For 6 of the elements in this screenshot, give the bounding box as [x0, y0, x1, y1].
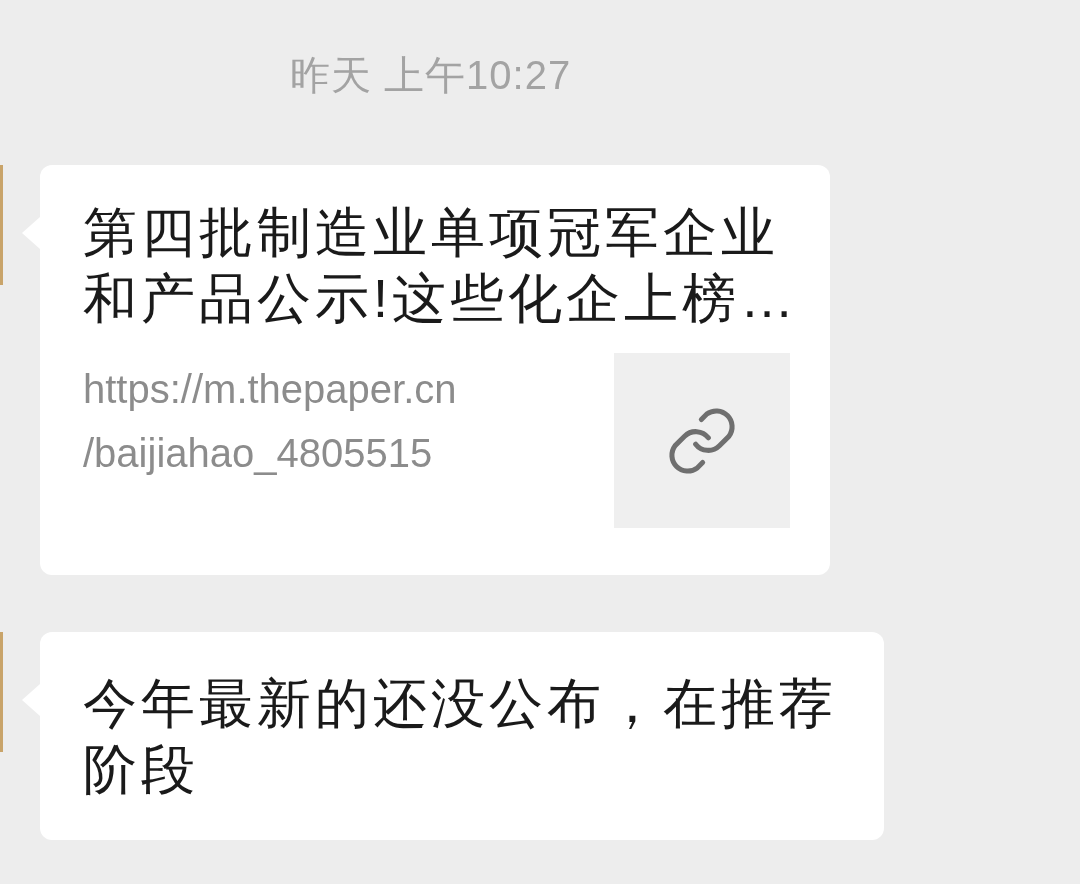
link-title: 第四批制造业单项冠军企业和产品公示!这些化企上榜…: [83, 201, 799, 330]
link-url: https://m.thepaper.cn: [83, 366, 457, 413]
link-url: /baijiahao_4805515: [83, 430, 434, 477]
message-text: 今年最新的还没公布，在推荐阶段: [83, 672, 838, 801]
link-card[interactable]: 第四批制造业单项冠军企业和产品公示!这些化企上榜… https://m.thepaper.cn /baijiahao_4805515: [40, 165, 830, 575]
timestamp: 昨天 上午10:27: [290, 53, 572, 97]
